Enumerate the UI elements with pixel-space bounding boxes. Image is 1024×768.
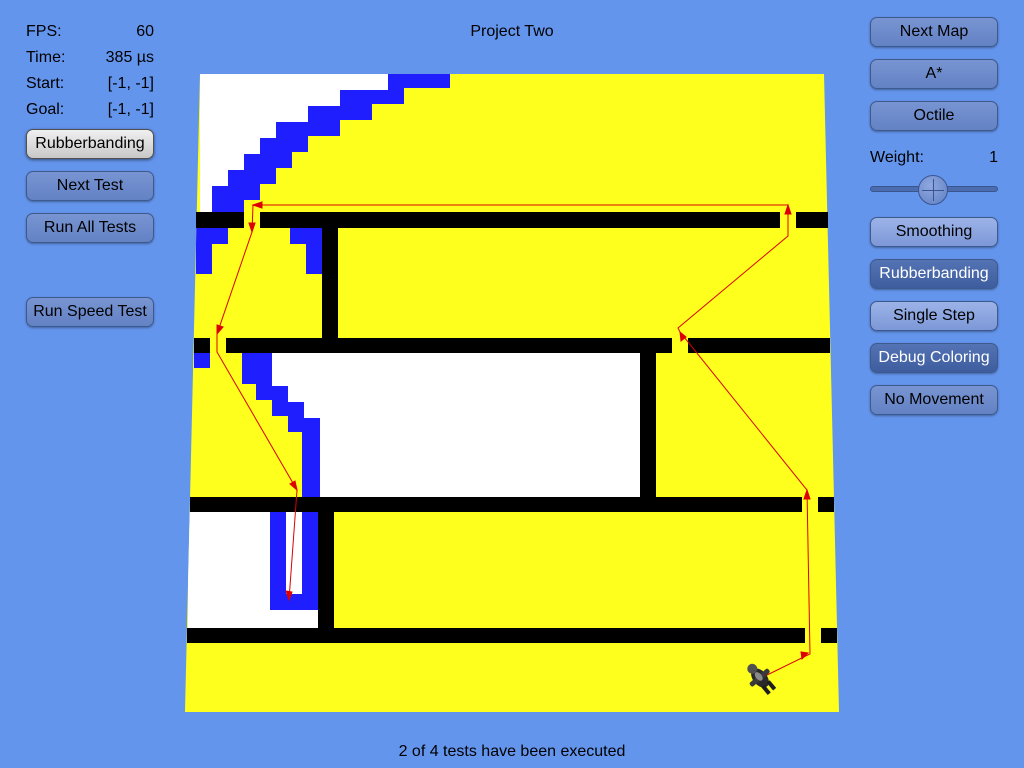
wall-segment xyxy=(318,512,334,628)
unexplored-room-lower-left xyxy=(188,512,320,628)
wall-segment xyxy=(194,338,210,353)
wall-segment xyxy=(190,497,802,512)
wall-segment xyxy=(226,338,672,353)
closed-list-cell xyxy=(196,244,212,274)
test-status-message: 2 of 4 tests have been executed xyxy=(398,743,626,760)
closed-list-cell xyxy=(290,228,324,244)
wall-segment xyxy=(796,212,828,228)
wall-segment xyxy=(818,497,834,512)
closed-list-cell xyxy=(306,244,324,274)
unexplored-room-middle xyxy=(272,353,640,497)
closed-list-cell xyxy=(194,353,210,368)
wall-segment xyxy=(640,353,656,497)
wall-segment xyxy=(821,628,837,643)
wall-segment xyxy=(196,212,244,228)
wall-segment xyxy=(322,228,338,338)
pathfinding-map[interactable] xyxy=(0,0,1024,768)
wall-segment xyxy=(187,628,805,643)
closed-list-cell xyxy=(196,228,228,244)
wall-segment xyxy=(260,212,780,228)
wall-segment xyxy=(688,338,830,353)
